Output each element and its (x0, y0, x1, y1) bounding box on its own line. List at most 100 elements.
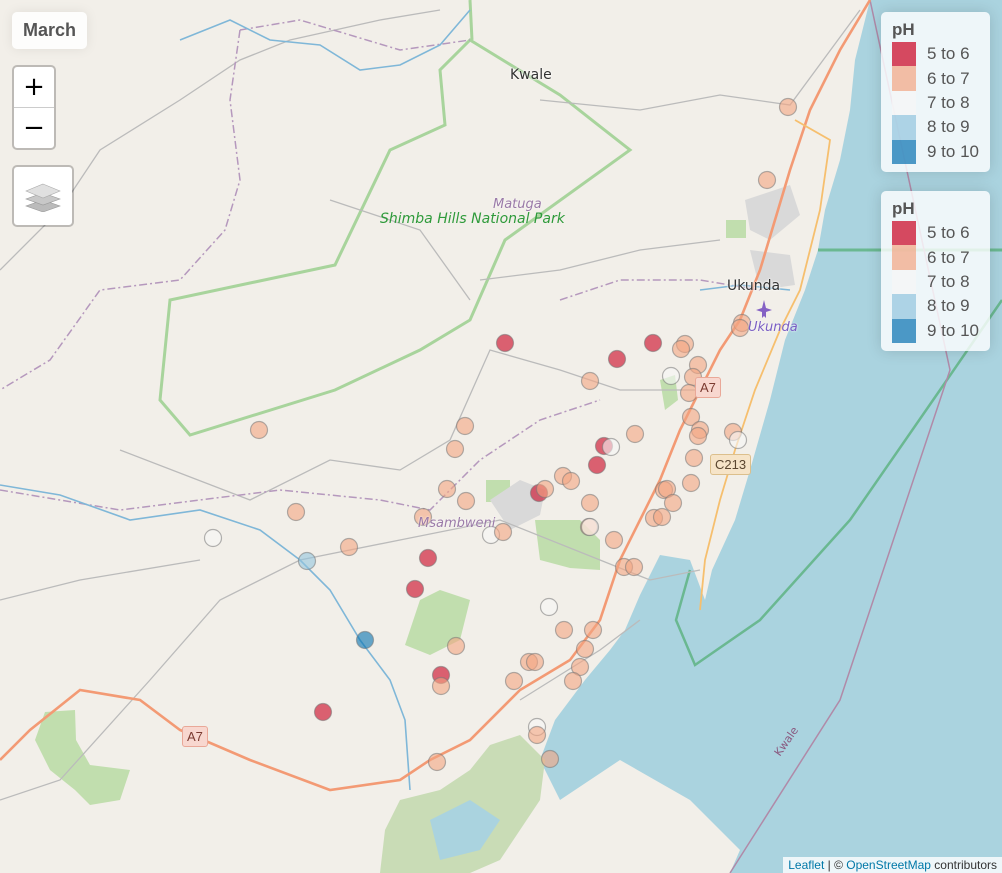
road-shield: A7 (695, 377, 721, 398)
legend-swatch (892, 42, 916, 67)
sample-marker-ph-6-to-7[interactable] (625, 424, 645, 444)
legend-item: 9 to 10 (892, 139, 979, 164)
sample-marker-ph-6-to-7[interactable] (427, 752, 447, 772)
legend-ph-1: pH 5 to 6 6 to 7 7 to 8 8 to 9 9 to 10 (881, 12, 990, 172)
zoom-control: + − (12, 65, 56, 150)
sample-marker-ph-6-to-7[interactable] (437, 479, 457, 499)
sample-marker-ph-6-to-7[interactable] (688, 426, 708, 446)
legend-item: 7 to 8 (892, 269, 979, 295)
legend-item: 8 to 9 (892, 115, 979, 140)
legend-label: 7 to 8 (927, 271, 970, 291)
legend-title: pH (892, 199, 915, 218)
sample-marker-ph-5-to-6[interactable] (607, 349, 627, 369)
leaflet-link[interactable]: Leaflet (788, 858, 824, 872)
sample-marker-ph-7-to-8[interactable] (203, 528, 223, 548)
sample-marker-ph-6-to-7[interactable] (286, 502, 306, 522)
sample-marker-ph-6-to-7[interactable] (684, 448, 704, 468)
place-label: Kwale (510, 67, 552, 83)
legend-label: 7 to 8 (927, 92, 970, 112)
sample-marker-ph-6-to-7[interactable] (624, 557, 644, 577)
sample-marker-ph-7-to-8[interactable] (580, 517, 600, 537)
sample-marker-ph-5-to-6[interactable] (405, 579, 425, 599)
sample-marker-ph-6-to-7[interactable] (757, 170, 777, 190)
place-label: Ukunda (727, 278, 781, 294)
legend-label: 8 to 9 (927, 296, 970, 316)
sample-marker-ph-6-to-7[interactable] (563, 671, 583, 691)
attribution-suffix: contributors (930, 858, 997, 872)
zoom-out-button[interactable]: − (14, 108, 54, 148)
sample-marker-ph-6-to-7[interactable] (663, 493, 683, 513)
sample-marker-ph-6-to-7[interactable] (249, 420, 269, 440)
layers-control-button[interactable] (12, 165, 74, 227)
legend-swatch (892, 318, 916, 343)
sample-marker-ph-6-to-7[interactable] (604, 530, 624, 550)
green-patch (726, 220, 746, 238)
legend-swatch (892, 221, 916, 246)
zoom-in-button[interactable]: + (14, 67, 54, 108)
legend-item: 6 to 7 (892, 66, 979, 91)
sample-marker-ph-6-to-7[interactable] (730, 318, 750, 338)
sample-marker-ph-5-to-6[interactable] (495, 333, 515, 353)
sample-marker-ph-5-to-6[interactable] (587, 455, 607, 475)
sample-marker-ph-6-to-7[interactable] (580, 493, 600, 513)
sample-marker-ph-6-to-7[interactable] (561, 471, 581, 491)
sample-marker-ph-6-to-7[interactable] (525, 652, 545, 672)
legend-label: 5 to 6 (927, 44, 970, 64)
sample-marker-ph-6-to-7[interactable] (652, 507, 672, 527)
legend-swatch (892, 139, 916, 164)
map-container[interactable]: Kwale Ukunda Matuga Msambweni Ukunda Shi… (0, 0, 1002, 873)
sample-marker-ph-6-to-7[interactable] (778, 97, 798, 117)
sample-marker-ph-5-to-6[interactable] (313, 702, 333, 722)
sample-marker-ph-6-to-7[interactable] (540, 749, 560, 769)
sample-marker-ph-7-to-8[interactable] (539, 597, 559, 617)
sample-marker-ph-6-to-7[interactable] (535, 479, 555, 499)
legend-item: 6 to 7 (892, 245, 979, 270)
sample-marker-ph-8-to-9[interactable] (297, 551, 317, 571)
forest-area (35, 710, 130, 805)
legend-label: 8 to 9 (927, 117, 970, 137)
sample-marker-ph-6-to-7[interactable] (504, 671, 524, 691)
legend-item: 7 to 8 (892, 90, 979, 116)
sample-marker-ph-6-to-7[interactable] (339, 537, 359, 557)
legend-item: 5 to 6 (892, 221, 979, 246)
sample-marker-ph-6-to-7[interactable] (583, 620, 603, 640)
sample-marker-ph-6-to-7[interactable] (681, 473, 701, 493)
sample-marker-ph-7-to-8[interactable] (728, 430, 748, 450)
osm-link[interactable]: OpenStreetMap (846, 858, 931, 872)
road-shield: A7 (182, 726, 208, 747)
place-label: Ukunda (748, 320, 798, 335)
road-shield: C213 (710, 454, 752, 475)
sample-marker-ph-6-to-7[interactable] (575, 639, 595, 659)
sample-marker-ph-6-to-7[interactable] (446, 636, 466, 656)
sample-marker-ph-5-to-6[interactable] (643, 333, 663, 353)
basemap (0, 0, 1002, 873)
sample-marker-ph-7-to-8[interactable] (601, 437, 621, 457)
legend-item: 5 to 6 (892, 42, 979, 67)
sample-marker-ph-6-to-7[interactable] (445, 439, 465, 459)
sample-marker-ph-9-to-10[interactable] (355, 630, 375, 650)
map-title: March (12, 12, 88, 49)
sample-marker-ph-6-to-7[interactable] (456, 491, 476, 511)
legend-label: 6 to 7 (927, 68, 970, 88)
sample-marker-ph-6-to-7[interactable] (671, 339, 691, 359)
sample-marker-ph-6-to-7[interactable] (527, 725, 547, 745)
sample-marker-ph-6-to-7[interactable] (493, 522, 513, 542)
legend-swatch (892, 269, 916, 295)
sample-marker-ph-7-to-8[interactable] (661, 366, 681, 386)
legend-label: 6 to 7 (927, 247, 970, 267)
sample-marker-ph-6-to-7[interactable] (455, 416, 475, 436)
sample-marker-ph-6-to-7[interactable] (554, 620, 574, 640)
park-label: Shimba Hills National Park (380, 211, 565, 227)
legend-ph-2: pH 5 to 6 6 to 7 7 to 8 8 to 9 9 to 10 (881, 191, 990, 351)
attribution: Leaflet | © OpenStreetMap contributors (783, 857, 1002, 873)
legend-title: pH (892, 20, 915, 39)
admin-boundaries (0, 19, 761, 511)
airport-icon (756, 300, 772, 318)
layers-icon (25, 183, 61, 212)
legend-item: 9 to 10 (892, 318, 979, 343)
sample-marker-ph-6-to-7[interactable] (431, 676, 451, 696)
legend-swatch (892, 66, 916, 91)
place-label: Msambweni (418, 516, 496, 531)
sample-marker-ph-5-to-6[interactable] (418, 548, 438, 568)
sample-marker-ph-6-to-7[interactable] (580, 371, 600, 391)
